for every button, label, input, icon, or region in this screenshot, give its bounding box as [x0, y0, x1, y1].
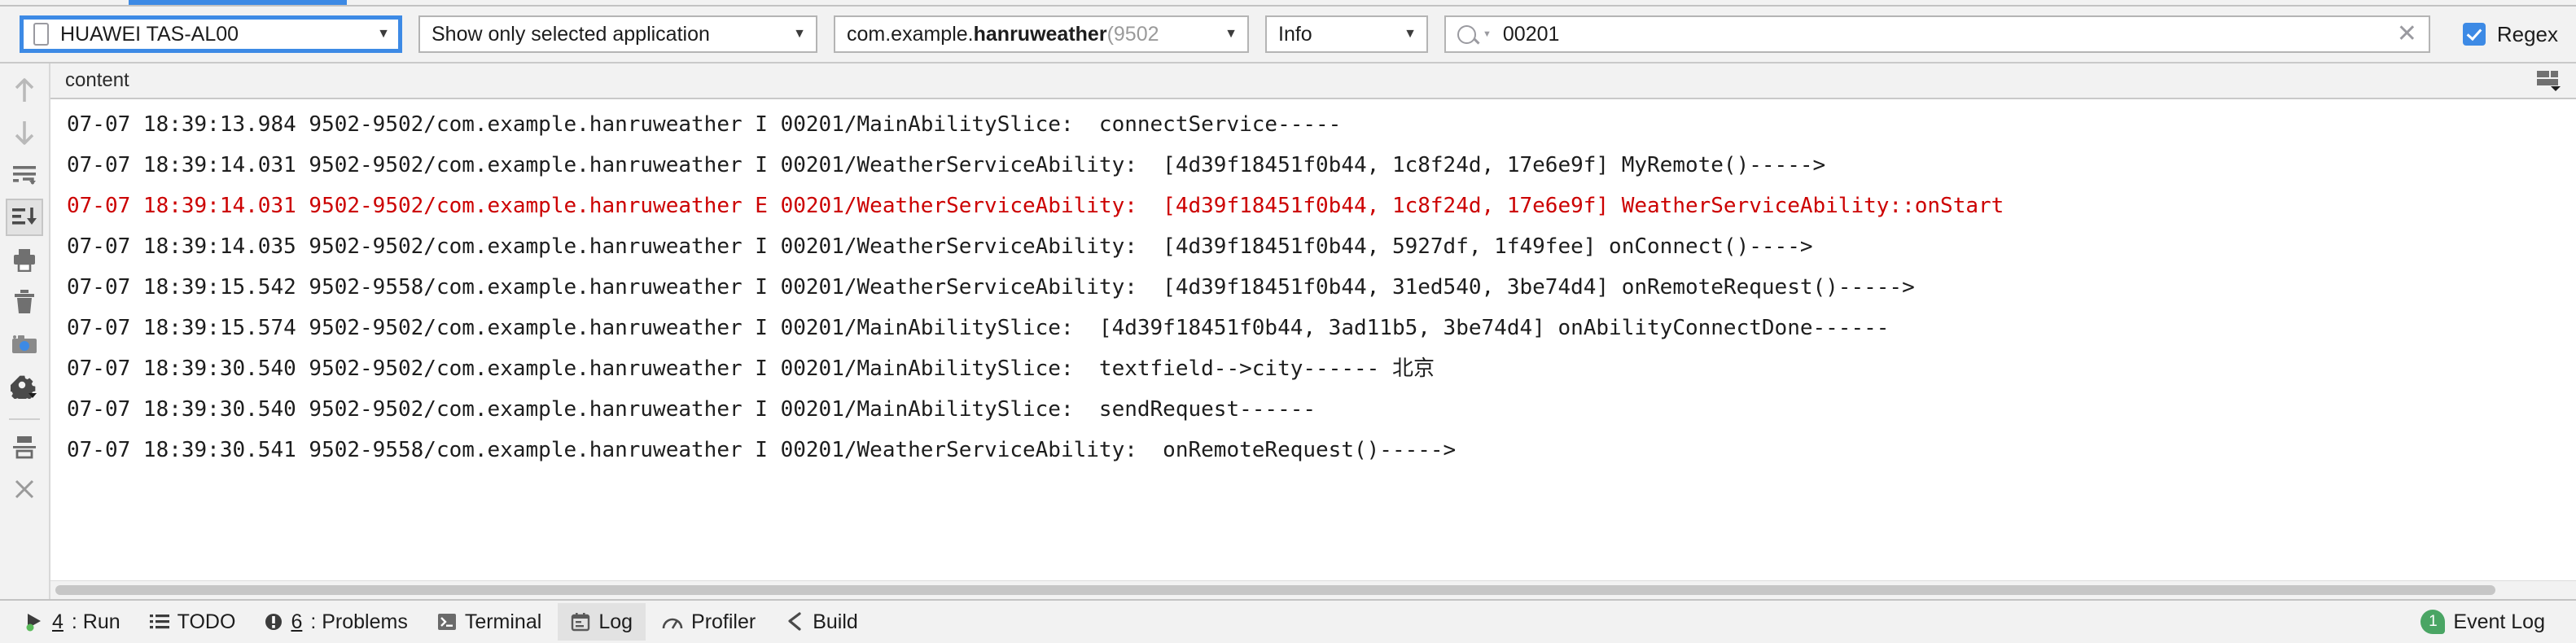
status-item-terminal[interactable]: Terminal [424, 603, 554, 641]
status-item-terminal-label: Terminal [464, 610, 542, 633]
status-item-profiler-label: Profiler [691, 610, 756, 633]
event-log-button[interactable]: 1 Event Log [2407, 603, 2558, 641]
search-icon[interactable]: ▼ [1457, 24, 1492, 44]
log-line[interactable]: 07-07 18:39:15.542 9502-9558/com.example… [50, 267, 2576, 308]
soft-wrap-icon[interactable] [6, 156, 43, 194]
chevron-down-icon: ▼ [793, 27, 806, 41]
status-item-run-key: 4 [52, 610, 64, 633]
log-line[interactable]: 07-07 18:39:30.541 9502-9558/com.example… [50, 430, 2576, 470]
process-package-name: hanruweather [973, 22, 1107, 46]
search-input[interactable]: 00201 [1503, 23, 1560, 46]
regex-toggle[interactable]: Regex [2447, 22, 2576, 47]
search-field-wrapper[interactable]: ▼ 00201 ✕ [1444, 15, 2430, 53]
status-item-todo[interactable]: TODO [137, 603, 249, 641]
settings-gear-icon[interactable] [6, 368, 43, 405]
problems-warning-icon [265, 612, 283, 632]
status-item-todo-label: TODO [177, 610, 236, 633]
log-side-toolbar [0, 63, 50, 599]
device-selector[interactable]: HUAWEI TAS-AL00 ▼ [20, 15, 402, 53]
scroll-down-icon[interactable] [6, 114, 43, 151]
table-layout-icon[interactable] [2537, 70, 2561, 91]
log-level-selector[interactable]: Info ▼ [1265, 15, 1428, 53]
log-line[interactable]: 07-07 18:39:14.035 9502-9502/com.example… [50, 226, 2576, 267]
build-hammer-icon [785, 612, 804, 632]
toolbar-divider [9, 418, 40, 420]
horizontal-scrollbar[interactable] [50, 580, 2576, 599]
event-log-badge: 1 [2420, 610, 2446, 634]
log-line[interactable]: 07-07 18:39:14.031 9502-9502/com.example… [50, 145, 2576, 186]
log-toolbar: HUAWEI TAS-AL00 ▼ Show only selected app… [0, 7, 2576, 62]
split-pane-icon[interactable] [6, 428, 43, 466]
screenshot-icon[interactable] [6, 326, 43, 363]
log-line-error[interactable]: 07-07 18:39:14.031 9502-9502/com.example… [50, 186, 2576, 226]
status-item-problems-key: 6 [291, 610, 303, 633]
chevron-down-icon: ▼ [1224, 27, 1238, 41]
log-column-header: content [50, 63, 2576, 99]
close-icon[interactable] [6, 470, 43, 508]
status-item-log-label: Log [598, 610, 633, 633]
tab-strip [0, 0, 2576, 7]
print-icon[interactable] [6, 241, 43, 278]
terminal-icon [437, 612, 457, 632]
status-item-run-label: : Run [71, 610, 120, 633]
status-item-profiler[interactable]: Profiler [649, 603, 769, 641]
active-tab-underline [129, 0, 347, 5]
scroll-up-icon[interactable] [6, 72, 43, 109]
log-icon [571, 612, 590, 632]
status-item-log[interactable]: Log [558, 603, 646, 641]
log-line[interactable]: 07-07 18:39:13.984 9502-9502/com.example… [50, 104, 2576, 145]
profiler-icon [662, 613, 683, 631]
app-filter-selector[interactable]: Show only selected application ▼ [418, 15, 817, 53]
horizontal-scrollbar-thumb[interactable] [55, 585, 2496, 595]
status-bar: 4 : Run TODO 6 : Problems Terminal Log Pro… [0, 599, 2576, 643]
chevron-down-icon: ▼ [377, 27, 390, 41]
event-log-label: Event Log [2453, 610, 2545, 633]
chevron-down-icon: ▼ [1404, 27, 1417, 41]
status-item-build-label: Build [813, 610, 858, 633]
log-body-row: content 07-07 18:39:13.984 9502-9502/com… [0, 62, 2576, 599]
status-item-build[interactable]: Build [772, 603, 871, 641]
process-selector[interactable]: com.example. hanruweather (9502 ▼ [834, 15, 1249, 53]
device-selector-label: HUAWEI TAS-AL00 [60, 22, 239, 46]
log-line[interactable]: 07-07 18:39:30.540 9502-9502/com.example… [50, 389, 2576, 430]
todo-list-icon [149, 613, 169, 631]
log-line[interactable]: 07-07 18:39:30.540 9502-9502/com.example… [50, 348, 2576, 389]
log-line[interactable]: 07-07 18:39:15.574 9502-9502/com.example… [50, 308, 2576, 348]
run-play-icon [24, 612, 44, 632]
status-item-problems[interactable]: 6 : Problems [252, 603, 420, 641]
clear-all-icon[interactable] [6, 283, 43, 321]
clear-search-icon[interactable]: ✕ [2397, 22, 2417, 46]
status-item-run[interactable]: 4 : Run [11, 603, 134, 641]
status-item-problems-label: : Problems [310, 610, 408, 633]
log-pane: content 07-07 18:39:13.984 9502-9502/com… [50, 63, 2576, 599]
process-package-prefix: com.example. [847, 22, 974, 46]
app-filter-label: Show only selected application [432, 22, 710, 46]
regex-checkbox[interactable] [2462, 23, 2486, 46]
phone-icon [33, 23, 49, 46]
process-pid: (9502 [1106, 22, 1159, 46]
scroll-to-end-icon[interactable] [6, 199, 43, 236]
log-lines-container[interactable]: 07-07 18:39:13.984 9502-9502/com.example… [50, 99, 2576, 580]
log-level-label: Info [1278, 22, 1312, 46]
regex-label: Regex [2496, 21, 2558, 46]
column-header-content: content [65, 69, 129, 91]
